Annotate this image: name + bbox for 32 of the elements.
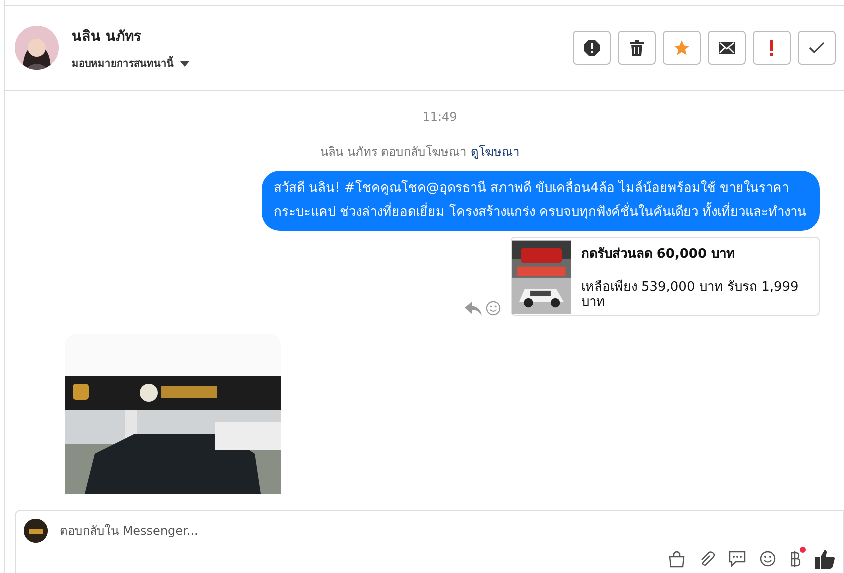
report-button[interactable] <box>573 31 611 65</box>
delete-button[interactable] <box>618 31 656 65</box>
baht-icon[interactable] <box>790 551 801 567</box>
timestamp: 11:49 <box>422 110 458 124</box>
check-icon <box>809 42 825 54</box>
ad-title: กดรับส่วนลด 60,000 บาท <box>581 246 737 264</box>
ad-description: เหลือเพียง 539,000 บาท รับรถ 1,999 บาท <box>581 280 800 310</box>
view-ad-link[interactable]: ดูโฆษณา <box>471 145 520 159</box>
assign-dropdown[interactable]: มอบหมายการสนทนานี้ <box>72 56 190 71</box>
message-bubble: สวัสดี นลิน! #โชคคูณโชค@อุดรธานี สภาพดี ขับเคลื่อน4ล้อ ไมล์น้อยพร้อมใช้ ขายในราคากระบะแคป ช่วงล่างที่ยอดเยี่ยม โครงสร้างแกร่ง ครบจบทุกฟังค์ชั่นในคันเดียว ทั้งเที่ยวและทำงาน <box>262 171 820 231</box>
important-button[interactable] <box>753 31 791 65</box>
reply-icon[interactable] <box>465 302 482 316</box>
page-avatar <box>24 519 48 543</box>
star-button[interactable] <box>663 31 701 65</box>
ad-reply-note: นลิน นภัทร ตอบกลับโฆษณา ดูโฆษณา <box>320 144 520 161</box>
alert-icon <box>584 40 600 56</box>
chat-icon[interactable] <box>729 551 746 567</box>
caret-icon <box>180 60 190 66</box>
trash-icon <box>630 40 644 56</box>
ad-card[interactable]: กดรับส่วนลด 60,000 บาท เหลือเพียง 539,000 บาท รับรถ 1,999 บาท <box>511 237 820 316</box>
star-icon <box>673 39 691 57</box>
thumbs-up-icon[interactable] <box>815 549 835 569</box>
notification-dot <box>800 547 806 553</box>
mail-icon <box>719 42 735 54</box>
mark-unread-button[interactable] <box>708 31 746 65</box>
emoji-icon[interactable] <box>760 551 776 567</box>
exclamation-icon <box>770 40 774 56</box>
avatar <box>15 26 59 70</box>
done-button[interactable] <box>798 31 836 65</box>
bag-icon[interactable] <box>669 550 685 568</box>
contact-name: นลิน นภัทร <box>72 28 143 47</box>
paperclip-icon[interactable] <box>699 550 715 568</box>
